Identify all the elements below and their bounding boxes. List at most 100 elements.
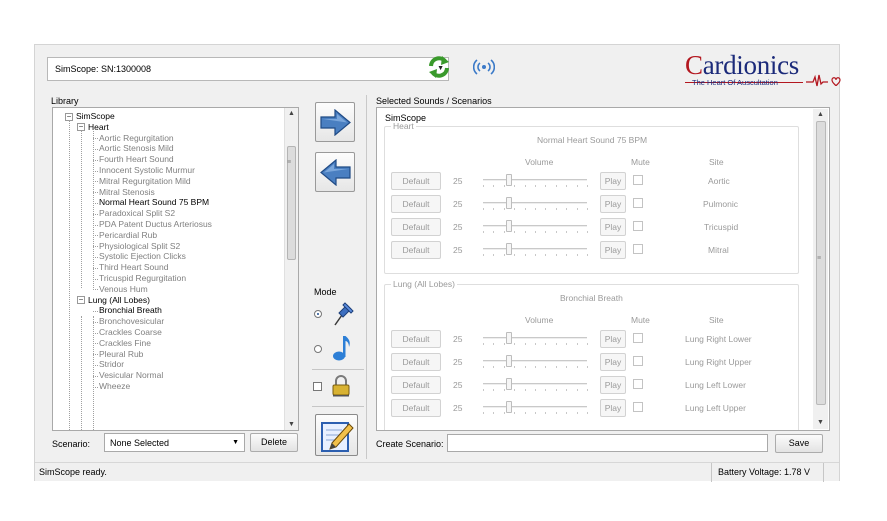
- tree-item[interactable]: Aortic Stenosis Mild: [99, 143, 174, 154]
- create-scenario-input[interactable]: [447, 434, 768, 452]
- slider-tick: [493, 366, 495, 368]
- default-button[interactable]: Default: [391, 195, 441, 213]
- tree-item[interactable]: Pericardial Rub: [99, 230, 157, 241]
- tree-item[interactable]: Fourth Heart Sound: [99, 154, 174, 165]
- default-button[interactable]: Default: [391, 353, 441, 371]
- tree-item[interactable]: Aortic Regurgitation: [99, 133, 174, 144]
- default-button[interactable]: Default: [391, 241, 441, 259]
- scroll-up-icon[interactable]: ▲: [288, 110, 295, 117]
- play-button[interactable]: Play: [600, 376, 626, 394]
- default-button[interactable]: Default: [391, 330, 441, 348]
- remove-from-selected-button[interactable]: [315, 152, 355, 192]
- volume-slider[interactable]: [483, 406, 587, 408]
- tree-item[interactable]: Wheeze: [99, 381, 130, 392]
- tree-item[interactable]: Bronchovesicular: [99, 316, 164, 327]
- volume-slider-thumb[interactable]: [506, 378, 512, 390]
- tree-item[interactable]: Systolic Ejection Clicks: [99, 251, 186, 262]
- default-button[interactable]: Default: [391, 218, 441, 236]
- volume-slider[interactable]: [483, 248, 587, 250]
- play-button[interactable]: Play: [600, 399, 626, 417]
- volume-slider-thumb[interactable]: [506, 197, 512, 209]
- scroll-down-icon[interactable]: ▼: [817, 419, 824, 426]
- mute-checkbox[interactable]: [633, 333, 643, 343]
- collapse-icon[interactable]: −: [77, 296, 85, 305]
- play-button[interactable]: Play: [600, 353, 626, 371]
- save-button[interactable]: Save: [775, 434, 823, 453]
- default-button[interactable]: Default: [391, 399, 441, 417]
- volume-slider[interactable]: [483, 383, 587, 385]
- tree-item[interactable]: PDA Patent Ductus Arteriosus: [99, 219, 212, 230]
- tree-item[interactable]: Third Heart Sound: [99, 262, 168, 273]
- tree-connector: [93, 310, 98, 312]
- volume-slider-thumb[interactable]: [506, 401, 512, 413]
- volume-slider-thumb[interactable]: [506, 174, 512, 186]
- scenario-select[interactable]: None Selected ▼: [104, 433, 245, 452]
- mute-checkbox[interactable]: [633, 221, 643, 231]
- default-button[interactable]: Default: [391, 172, 441, 190]
- mute-checkbox[interactable]: [633, 244, 643, 254]
- tree-item[interactable]: Pleural Rub: [99, 349, 143, 360]
- heartbeat-icon: [806, 74, 841, 87]
- volume-slider[interactable]: [483, 360, 587, 362]
- mode-pin-radio[interactable]: [314, 310, 322, 318]
- volume-slider[interactable]: [483, 225, 587, 227]
- volume-slider-thumb[interactable]: [506, 220, 512, 232]
- volume-slider-thumb[interactable]: [506, 332, 512, 344]
- edit-scenario-button[interactable]: [315, 414, 358, 456]
- sync-icon[interactable]: [427, 55, 451, 79]
- volume-slider[interactable]: [483, 337, 587, 339]
- tree-item[interactable]: Crackles Fine: [99, 338, 151, 349]
- tree-item[interactable]: Physiological Split S2: [99, 241, 180, 252]
- mute-checkbox[interactable]: [633, 198, 643, 208]
- volume-slider-thumb[interactable]: [506, 243, 512, 255]
- selected-scrollbar[interactable]: ▲ ≡ ▼: [813, 109, 828, 429]
- tree-folder[interactable]: Lung (All Lobes): [88, 295, 150, 306]
- battery-voltage: Battery Voltage: 1.78 V: [711, 463, 824, 482]
- tree-item[interactable]: Mitral Stenosis: [99, 187, 155, 198]
- play-button[interactable]: Play: [600, 195, 626, 213]
- play-button[interactable]: Play: [600, 330, 626, 348]
- add-to-selected-button[interactable]: [315, 102, 355, 142]
- mute-checkbox[interactable]: [633, 175, 643, 185]
- play-button[interactable]: Play: [600, 241, 626, 259]
- slider-tick: [524, 389, 526, 391]
- sound-group: Lung (All Lobes) Bronchial Breath Volume Mu…: [384, 279, 799, 430]
- tree-folder[interactable]: Heart: [88, 122, 109, 133]
- play-button[interactable]: Play: [600, 172, 626, 190]
- tree-item[interactable]: Vesicular Normal: [99, 370, 163, 381]
- volume-slider[interactable]: [483, 179, 587, 181]
- tree-item[interactable]: Innocent Systolic Murmur: [99, 165, 195, 176]
- tree-item[interactable]: Venous Hum: [99, 284, 148, 295]
- tree-item[interactable]: Tricuspid Regurgitation: [99, 273, 186, 284]
- default-button[interactable]: Default: [391, 376, 441, 394]
- mute-checkbox[interactable]: [633, 379, 643, 389]
- wireless-icon[interactable]: [473, 57, 495, 77]
- tree-item[interactable]: Crackles Coarse: [99, 327, 162, 338]
- scroll-up-icon[interactable]: ▲: [817, 111, 824, 118]
- tree-item[interactable]: Normal Heart Sound 75 BPM: [99, 197, 209, 208]
- slider-tick: [576, 254, 578, 256]
- mute-checkbox[interactable]: [633, 402, 643, 412]
- scroll-thumb[interactable]: [816, 121, 826, 405]
- tree-item[interactable]: Stridor: [99, 359, 124, 370]
- device-select[interactable]: SimScope: SN:1300008 ▼: [47, 57, 449, 81]
- play-button[interactable]: Play: [600, 218, 626, 236]
- delete-button[interactable]: Delete: [250, 433, 298, 452]
- mute-checkbox[interactable]: [633, 356, 643, 366]
- tree-item[interactable]: Bronchial Breath: [99, 305, 162, 316]
- music-note-icon: [333, 336, 350, 361]
- slider-tick: [535, 389, 536, 391]
- slider-tick: [514, 366, 516, 368]
- volume-slider-thumb[interactable]: [506, 355, 512, 367]
- tree-item[interactable]: Paradoxical Split S2: [99, 208, 175, 219]
- volume-slider[interactable]: [483, 202, 587, 204]
- scroll-down-icon[interactable]: ▼: [288, 421, 295, 428]
- lock-checkbox[interactable]: [313, 382, 322, 391]
- tree-folder[interactable]: SimScope: [76, 111, 115, 122]
- volume-value: 25: [453, 245, 463, 255]
- mode-sound-radio[interactable]: [314, 345, 322, 353]
- simscope-window: SimScope: SN:1300008 ▼ Cardionics The He…: [34, 44, 841, 482]
- library-scrollbar[interactable]: ▲ ≡ ▼: [284, 108, 298, 430]
- library-tree[interactable]: SimScope − Heart − Aortic Regurgitation Aorti…: [52, 107, 299, 431]
- tree-item[interactable]: Mitral Regurgitation Mild: [99, 176, 191, 187]
